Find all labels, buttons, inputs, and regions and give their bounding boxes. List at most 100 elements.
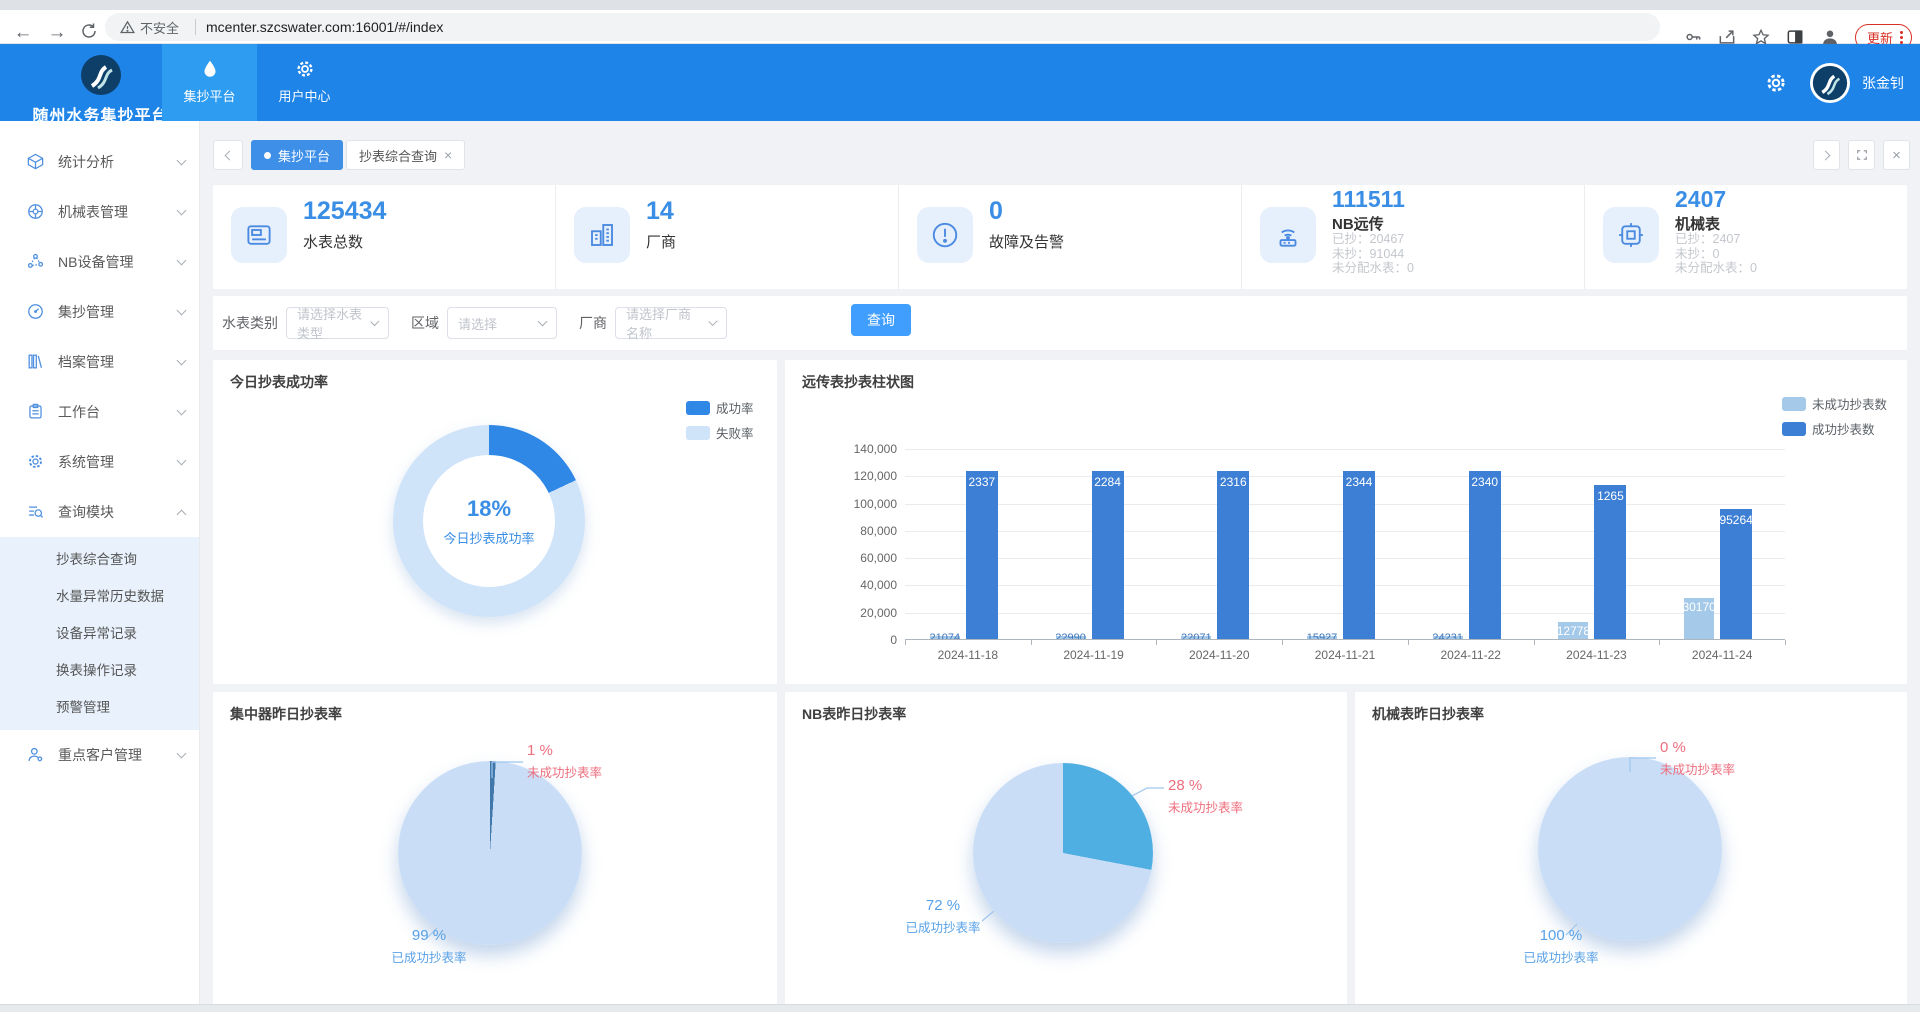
filter-label: 水表类别 [222,313,278,333]
settings-gear-icon[interactable] [1764,71,1788,95]
security-label[interactable]: 不安全 [140,18,179,37]
sidebar-item[interactable]: 统计分析 [0,137,199,187]
forward-icon[interactable]: → [46,22,68,44]
bar-successful[interactable] [1594,485,1626,639]
pie-pct-successful: 72 % [863,897,1023,914]
pie-name-successful: 已成功抄表率 [349,947,509,966]
sidebar-subitem[interactable]: 抄表综合查询 [0,541,199,578]
legend-item[interactable]: 未成功抄表数 [1782,391,1887,416]
header-tab-usercenter[interactable]: 用户中心 [257,44,352,121]
tab-meter-reading-query[interactable]: 抄表综合查询 × [346,140,465,170]
query-icon [26,502,46,522]
y-axis-tick-label: 140,000 [805,442,897,456]
sidebar-item[interactable]: NB设备管理 [0,237,199,287]
donut-chart[interactable]: 18% 今日抄表成功率 [393,425,585,617]
bar-value-label: 2316 [1201,475,1265,489]
filter-select[interactable]: 请选择 [447,307,557,339]
legend-item[interactable]: 成功抄表数 [1782,416,1887,441]
sidebar-item[interactable]: 重点客户管理 [0,730,199,780]
sidebar-item-label: NB设备管理 [58,252,178,272]
sidebar-item[interactable]: 工作台 [0,387,199,437]
legend-label: 未成功抄表数 [1812,394,1887,413]
legend-item[interactable]: 失败率 [686,420,754,445]
browser-menu-icon[interactable] [1900,29,1903,46]
stat-value: 14 [646,197,674,226]
main-content: 集抄平台 抄表综合查询 × × 125434水表总数14厂商0故障及告警1115… [200,121,1920,1012]
pie-pct-successful: 100 % [1481,927,1641,944]
sidebar-item[interactable]: 档案管理 [0,337,199,387]
sidebar-item-label: 工作台 [58,402,178,422]
sidebar-item[interactable]: 集抄管理 [0,287,199,337]
sidebar-item-label: 集抄管理 [58,302,178,322]
chevron-down-icon [177,749,187,759]
filter-select[interactable]: 请选择厂商名称 [615,307,727,339]
sidebar-item[interactable]: 机械表管理 [0,187,199,237]
legend-item[interactable]: 成功率 [686,395,754,420]
chevron-down-icon [177,456,187,466]
sidebar-subitem[interactable]: 预警管理 [0,689,199,726]
search-button[interactable]: 查询 [851,304,911,336]
header-tab-label: 集抄平台 [162,86,257,105]
bar-clipped-label: 22990 [1041,630,1101,639]
tab-label: 抄表综合查询 [359,146,437,165]
bar-value-label: 30170 [1667,600,1731,614]
donut-center: 18% 今日抄表成功率 [423,455,555,587]
filter-select[interactable]: 请选择水表类型 [286,307,389,339]
sidebar-submenu: 抄表综合查询水量异常历史数据设备异常记录换表操作记录预警管理 [0,537,199,730]
x-axis-label: 2024-11-20 [1156,648,1282,662]
bar-successful[interactable] [1092,471,1124,639]
sidebar-item-label: 统计分析 [58,152,178,172]
bar-card-title: 远传表抄表柱状图 [802,372,914,392]
gauge-icon [26,302,46,322]
chevron-up-icon [177,509,187,519]
header-tab-jichao[interactable]: 集抄平台 [162,44,257,121]
bar-value-label: 2284 [1076,475,1140,489]
pie-card-concentrator: 集中器昨日抄表率 1 % 未成功抄表率 99 % 已成功抄表率 [213,692,777,1012]
stat-card: 111511NB远传已抄：20467未抄：91044未分配水表：0 [1242,185,1585,289]
pie-chart-mechanical-meter[interactable] [1538,757,1722,941]
reload-icon[interactable] [80,22,102,44]
stat-details: 已抄：2407未抄：0未分配水表：0 [1675,232,1757,276]
legend-label: 成功抄表数 [1812,419,1875,438]
bar-clipped-label: 22071 [1166,630,1226,639]
pie-chart-concentrator[interactable] [398,761,582,945]
bar-legend: 未成功抄表数成功抄表数 [1782,391,1887,441]
bar-successful[interactable] [1469,471,1501,639]
sidebar-subitem[interactable]: 水量异常历史数据 [0,578,199,615]
horizontal-scrollbar[interactable] [0,1004,1920,1012]
bar-plot-area[interactable]: 2337210742024-11-182284229902024-11-1923… [905,449,1785,640]
bar-successful[interactable] [1343,471,1375,639]
avatar [1810,63,1850,103]
tabs-scroll-left-button[interactable] [213,140,243,170]
warning-icon [119,19,136,36]
close-tabs-button[interactable]: × [1883,140,1910,170]
pie-name-successful: 已成功抄表率 [1481,947,1641,966]
bar-successful[interactable] [1720,509,1752,639]
tab-close-icon[interactable]: × [444,147,452,163]
pie-name-successful: 已成功抄表率 [863,917,1023,936]
donut-center-label: 今日抄表成功率 [443,528,534,547]
url-text[interactable]: mcenter.szcswater.com:16001/#/index [206,19,443,35]
pie-label-successful: 72 % 已成功抄表率 [863,897,1023,936]
fullscreen-button[interactable] [1848,140,1875,170]
sidebar-item[interactable]: 查询模块 [0,487,199,537]
pie-label-successful: 99 % 已成功抄表率 [349,927,509,966]
tabs-scroll-right-button[interactable] [1813,140,1840,170]
pie-pct-successful: 99 % [349,927,509,944]
tab-jichao-platform[interactable]: 集抄平台 [251,140,343,170]
sidebar-subitem[interactable]: 设备异常记录 [0,615,199,652]
bar-successful[interactable] [1217,471,1249,639]
bar-value-label: 2337 [950,475,1014,489]
user-menu[interactable]: 张金钊 [1810,63,1904,103]
sidebar-subitem[interactable]: 换表操作记录 [0,652,199,689]
address-bar[interactable]: 不安全 mcenter.szcswater.com:16001/#/index [105,13,1660,41]
stat-value: 111511 [1332,186,1405,213]
pie-label-unsuccessful: 0 % 未成功抄表率 [1660,739,1735,778]
archive-icon [26,352,46,372]
pie-pct-unsuccessful: 28 % [1168,777,1243,794]
back-icon[interactable]: ← [12,22,34,44]
sidebar-item[interactable]: 系统管理 [0,437,199,487]
bar-successful[interactable] [966,471,998,639]
stat-value: 2407 [1675,186,1726,213]
x-axis-tick [1156,640,1157,645]
